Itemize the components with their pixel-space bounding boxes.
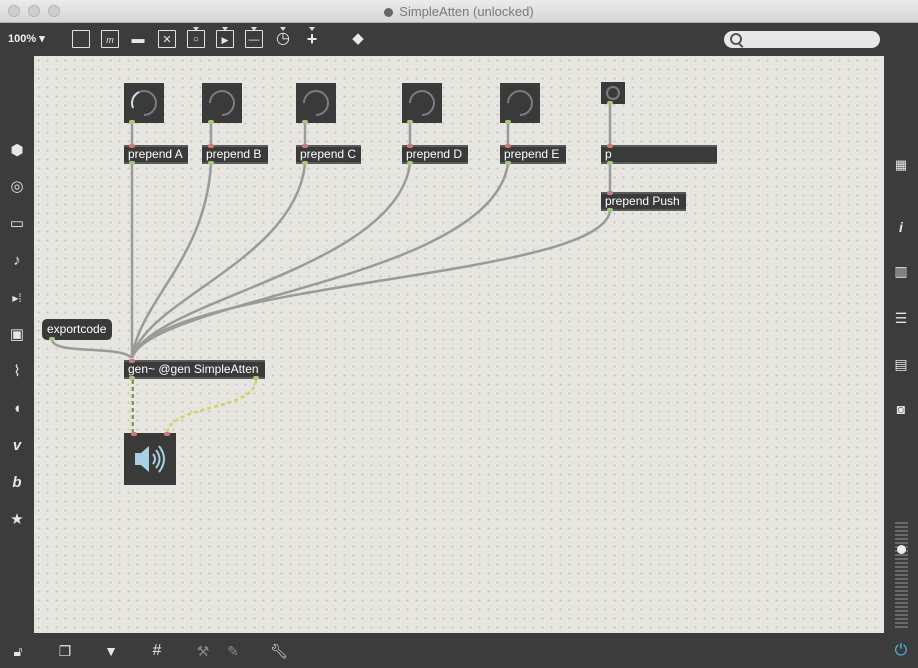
prepend-push-object[interactable]: prepend Push bbox=[601, 192, 686, 211]
power-icon[interactable]: ⏻ bbox=[892, 642, 910, 660]
dial-a[interactable] bbox=[124, 83, 164, 123]
dial-b[interactable] bbox=[202, 83, 242, 123]
push-button[interactable] bbox=[601, 82, 625, 104]
tool-icon[interactable]: ⚒ bbox=[194, 642, 212, 660]
dial-e[interactable] bbox=[500, 83, 540, 123]
lock-icon[interactable]: 🔓︎ bbox=[9, 642, 27, 660]
gen-object[interactable]: gen~ @gen SimpleAtten bbox=[124, 360, 265, 379]
grid-icon[interactable]: # bbox=[148, 642, 166, 660]
windows-icon[interactable]: ❐ bbox=[56, 642, 74, 660]
p-object[interactable]: p bbox=[601, 145, 717, 164]
speaker-icon bbox=[135, 445, 165, 473]
dial-d[interactable] bbox=[402, 83, 442, 123]
debug-icon[interactable]: ✎ bbox=[224, 642, 242, 660]
dial-c[interactable] bbox=[296, 83, 336, 123]
presentation-mode-icon[interactable]: ▼ bbox=[102, 642, 120, 660]
wrench-icon[interactable]: 🔧︎ bbox=[270, 642, 288, 660]
bottom-toolbar: 🔓︎ ❐ ▼ # ⚒ ✎ 🔧︎ ⏻ bbox=[0, 634, 918, 668]
speaker-object[interactable] bbox=[124, 432, 176, 485]
